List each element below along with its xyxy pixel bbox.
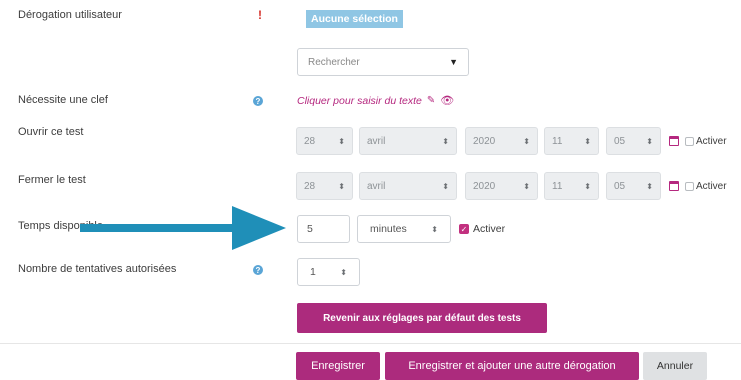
temps-enable-checkbox[interactable]: ✓ xyxy=(459,224,469,234)
temps-unit-select[interactable]: minutes ⬍ xyxy=(357,215,451,243)
field-label-fermer: Fermer le test xyxy=(18,174,86,186)
triangle-down-icon: ▼ xyxy=(449,57,458,67)
ouvrir-year-select[interactable]: 2020 ⬍ xyxy=(465,127,538,155)
ouvrir-year-value: 2020 xyxy=(473,135,496,147)
fermer-hour-value: 11 xyxy=(552,180,563,192)
ouvrir-minute-value: 05 xyxy=(614,135,626,147)
updown-caret-icon: ⬍ xyxy=(646,181,653,191)
form-separator xyxy=(0,343,741,344)
calendar-icon[interactable] xyxy=(669,136,679,146)
ouvrir-hour-value: 11 xyxy=(552,135,563,147)
fermer-month-select[interactable]: avril ⬍ xyxy=(359,172,457,200)
updown-caret-icon: ⬍ xyxy=(340,267,347,277)
fermer-minute-value: 05 xyxy=(614,180,626,192)
fermer-enable-label[interactable]: Activer xyxy=(696,181,727,192)
field-label-derogation: Dérogation utilisateur xyxy=(18,9,122,21)
inplace-edit-text: Cliquer pour saisir du texte xyxy=(297,94,422,107)
fermer-year-select[interactable]: 2020 ⬍ xyxy=(465,172,538,200)
updown-caret-icon: ⬍ xyxy=(646,136,653,146)
arrow-shape xyxy=(80,206,286,250)
eye-icon[interactable]: 👁 xyxy=(440,94,454,107)
question-icon[interactable]: ? xyxy=(253,96,263,106)
ouvrir-hour-select[interactable]: 11 ⬍ xyxy=(544,127,599,155)
field-label-tentatives: Nombre de tentatives autorisées xyxy=(18,263,177,275)
updown-caret-icon: ⬍ xyxy=(523,181,530,191)
updown-caret-icon: ⬍ xyxy=(431,224,438,234)
ouvrir-month-value: avril xyxy=(367,135,386,147)
temps-unit-value: minutes xyxy=(370,223,407,235)
field-label-ouvrir: Ouvrir ce test xyxy=(18,126,84,138)
temps-enable-label[interactable]: Activer xyxy=(473,223,505,235)
tentatives-value: 1 xyxy=(310,266,316,278)
updown-caret-icon: ⬍ xyxy=(584,136,591,146)
ouvrir-enable-label[interactable]: Activer xyxy=(696,136,727,147)
question-icon[interactable]: ? xyxy=(253,265,263,275)
updown-caret-icon: ⬍ xyxy=(442,181,449,191)
fermer-month-value: avril xyxy=(367,180,386,192)
inplace-edit-link[interactable]: Cliquer pour saisir du texte ✎ 👁 xyxy=(297,94,454,108)
updown-caret-icon: ⬍ xyxy=(338,136,345,146)
updown-caret-icon: ⬍ xyxy=(442,136,449,146)
user-search-select[interactable]: Rechercher ▼ xyxy=(297,48,469,76)
updown-caret-icon: ⬍ xyxy=(584,181,591,191)
fermer-day-select[interactable]: 28 ⬍ xyxy=(296,172,353,200)
arrow-annotation xyxy=(80,206,286,250)
ouvrir-enable-checkbox[interactable] xyxy=(685,137,694,146)
ouvrir-day-select[interactable]: 28 ⬍ xyxy=(296,127,353,155)
ouvrir-month-select[interactable]: avril ⬍ xyxy=(359,127,457,155)
ouvrir-day-value: 28 xyxy=(304,135,316,147)
field-label-clef: Nécessite une clef xyxy=(18,94,108,106)
fermer-day-value: 28 xyxy=(304,180,316,192)
temps-value-text: 5 xyxy=(307,223,313,235)
fermer-minute-select[interactable]: 05 ⬍ xyxy=(606,172,661,200)
calendar-icon[interactable] xyxy=(669,181,679,191)
temps-value-input[interactable]: 5 xyxy=(297,215,350,243)
exclamation-icon: ! xyxy=(258,8,262,22)
search-placeholder: Rechercher xyxy=(308,56,360,68)
fermer-enable-checkbox[interactable] xyxy=(685,182,694,191)
pencil-icon: ✎ xyxy=(426,95,436,106)
fermer-year-value: 2020 xyxy=(473,180,496,192)
selection-badge: Aucune sélection xyxy=(306,10,403,28)
ouvrir-minute-select[interactable]: 05 ⬍ xyxy=(606,127,661,155)
fermer-hour-select[interactable]: 11 ⬍ xyxy=(544,172,599,200)
updown-caret-icon: ⬍ xyxy=(338,181,345,191)
updown-caret-icon: ⬍ xyxy=(523,136,530,146)
tentatives-select[interactable]: 1 ⬍ xyxy=(297,258,360,286)
reset-defaults-button[interactable]: Revenir aux réglages par défaut des test… xyxy=(297,303,547,333)
